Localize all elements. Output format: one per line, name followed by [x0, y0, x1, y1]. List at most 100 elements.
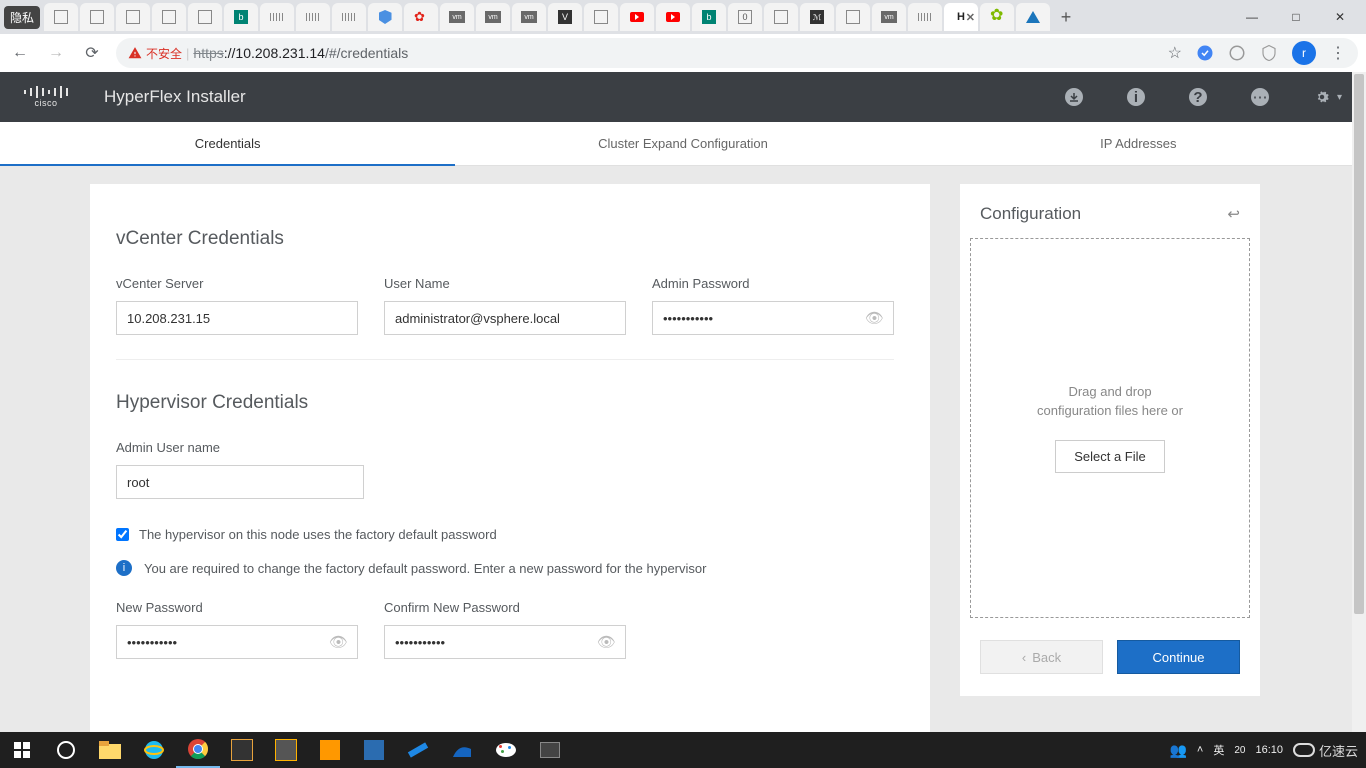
vcenter-username-label: User Name	[384, 276, 626, 291]
ie-icon[interactable]	[132, 732, 176, 768]
browser-tab[interactable]	[656, 3, 690, 31]
factory-default-checkbox[interactable]	[116, 528, 129, 541]
dropzone-text: configuration files here or	[1037, 403, 1183, 418]
address-bar[interactable]: 不安全 | https://10.208.231.14/#/credential…	[116, 38, 1358, 68]
vcenter-username-input[interactable]	[384, 301, 626, 335]
incognito-badge: 隐私	[4, 6, 40, 29]
start-button[interactable]	[0, 732, 44, 768]
download-icon[interactable]	[1065, 88, 1083, 106]
browser-tab[interactable]: vm	[872, 3, 906, 31]
taskbar-app-icon[interactable]	[528, 732, 572, 768]
browser-tab[interactable]: ℳ	[800, 3, 834, 31]
windows-taskbar: 👥 ˄ 英 20 16:10 亿速云	[0, 732, 1366, 768]
browser-tab[interactable]	[368, 3, 402, 31]
browser-tab[interactable]	[116, 3, 150, 31]
ime-indicator[interactable]: 英	[1213, 742, 1224, 758]
paint-icon[interactable]	[484, 732, 528, 768]
taskbar-app-icon[interactable]	[220, 732, 264, 768]
new-tab-button[interactable]: +	[1052, 3, 1080, 31]
vcenter-server-label: vCenter Server	[116, 276, 358, 291]
people-icon[interactable]: 👥	[1169, 742, 1186, 759]
password-visibility-toggle[interactable]: 👁	[865, 309, 884, 327]
help-icon[interactable]: ?	[1189, 88, 1207, 106]
password-visibility-toggle[interactable]: 👁	[329, 633, 348, 651]
browser-tab[interactable]: b	[224, 3, 258, 31]
window-maximize[interactable]: □	[1274, 3, 1318, 31]
browser-tab[interactable]	[80, 3, 114, 31]
vcenter-server-input[interactable]	[116, 301, 358, 335]
hypervisor-admin-user-label: Admin User name	[116, 440, 364, 455]
vcenter-section-title: vCenter Credentials	[116, 228, 894, 250]
browser-tab[interactable]	[332, 3, 366, 31]
browser-tab[interactable]: vm	[512, 3, 546, 31]
change-password-info: You are required to change the factory d…	[144, 561, 706, 576]
more-icon[interactable]: ⋯	[1251, 88, 1269, 106]
chrome-icon[interactable]	[176, 732, 220, 768]
reply-icon[interactable]: ↩	[1227, 205, 1240, 223]
hypervisor-admin-user-input[interactable]	[116, 465, 364, 499]
new-password-input[interactable]	[116, 625, 358, 659]
browser-tab[interactable]	[764, 3, 798, 31]
browser-tab[interactable]	[152, 3, 186, 31]
file-dropzone[interactable]: Drag and drop configuration files here o…	[970, 238, 1250, 618]
back-button[interactable]: ‹Back	[980, 640, 1103, 674]
window-close[interactable]: ✕	[1318, 3, 1362, 31]
browser-tab[interactable]	[44, 3, 78, 31]
nav-back[interactable]: ←	[8, 41, 32, 65]
new-password-label: New Password	[116, 600, 358, 615]
clock[interactable]: 16:10	[1255, 744, 1283, 756]
extension-icon[interactable]	[1196, 44, 1214, 62]
browser-menu-icon[interactable]: ⋮	[1330, 43, 1346, 63]
wizard-steps: Credentials Cluster Expand Configuration…	[0, 122, 1366, 166]
taskbar-app-icon[interactable]	[396, 732, 440, 768]
factory-default-label: The hypervisor on this node uses the fac…	[139, 527, 497, 542]
window-minimize[interactable]: —	[1230, 3, 1274, 31]
extension-icon[interactable]	[1228, 44, 1246, 62]
wireshark-icon[interactable]	[440, 732, 484, 768]
settings-menu[interactable]: ▾	[1313, 88, 1342, 106]
browser-tab[interactable]	[296, 3, 330, 31]
browser-tab[interactable]: vm	[440, 3, 474, 31]
continue-button[interactable]: Continue	[1117, 640, 1240, 674]
browser-tab[interactable]	[620, 3, 654, 31]
taskbar-app-icon[interactable]	[352, 732, 396, 768]
browser-tab[interactable]	[1016, 3, 1050, 31]
browser-tab[interactable]	[188, 3, 222, 31]
browser-tab-active[interactable]: H✕	[944, 3, 978, 31]
confirm-password-input[interactable]	[384, 625, 626, 659]
watermark: 亿速云	[1293, 741, 1358, 760]
browser-tab[interactable]: vm	[476, 3, 510, 31]
nav-forward[interactable]: →	[44, 41, 68, 65]
browser-tab[interactable]: V	[548, 3, 582, 31]
cisco-logo: cisco	[24, 86, 68, 108]
browser-tab[interactable]: ✿	[980, 3, 1014, 31]
taskbar-app-icon[interactable]	[264, 732, 308, 768]
browser-tab[interactable]	[584, 3, 618, 31]
browser-tab[interactable]: b	[692, 3, 726, 31]
extension-icon[interactable]	[1260, 44, 1278, 62]
browser-tab[interactable]: 0	[728, 3, 762, 31]
info-icon[interactable]: i	[1127, 88, 1145, 106]
file-explorer-icon[interactable]	[88, 732, 132, 768]
step-ip-addresses[interactable]: IP Addresses	[911, 122, 1366, 165]
bookmark-icon[interactable]: ☆	[1168, 43, 1182, 63]
app-header: cisco HyperFlex Installer i ? ⋯ ▾	[0, 72, 1366, 122]
browser-tab[interactable]	[836, 3, 870, 31]
browser-tab[interactable]: ✿	[404, 3, 438, 31]
step-cluster-expand[interactable]: Cluster Expand Configuration	[455, 122, 910, 165]
vcenter-password-input[interactable]	[652, 301, 894, 335]
vertical-scrollbar[interactable]	[1352, 72, 1366, 732]
info-icon: i	[116, 560, 132, 576]
taskbar-app-icon[interactable]	[308, 732, 352, 768]
browser-tab[interactable]	[260, 3, 294, 31]
cortana-icon[interactable]	[44, 732, 88, 768]
tray-chevron-icon[interactable]: ˄	[1197, 744, 1203, 756]
browser-tab[interactable]	[908, 3, 942, 31]
close-icon[interactable]: ✕	[966, 11, 975, 24]
select-file-button[interactable]: Select a File	[1055, 440, 1165, 473]
url-text: https://10.208.231.14/#/credentials	[193, 45, 408, 61]
profile-avatar[interactable]: r	[1292, 41, 1316, 65]
nav-reload[interactable]: ⟳	[80, 41, 104, 65]
step-credentials[interactable]: Credentials	[0, 122, 455, 165]
password-visibility-toggle[interactable]: 👁	[597, 633, 616, 651]
